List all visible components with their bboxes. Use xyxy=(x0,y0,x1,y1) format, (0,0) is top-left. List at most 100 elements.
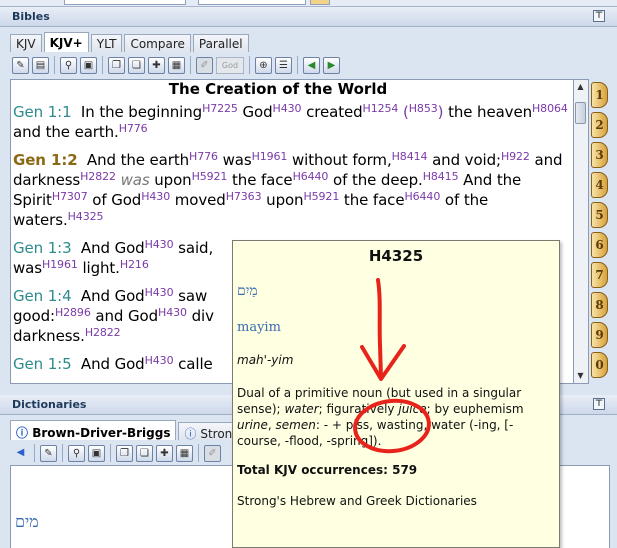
toolbar-field[interactable] xyxy=(198,0,306,5)
scroll-thumb[interactable] xyxy=(575,102,586,124)
tab-kjv-plus[interactable]: KJV+ xyxy=(43,32,89,52)
bible-toolbar: ✎ ▤ ⚲ ▣ ❐ ❏ ✚ ▦ ✐ God ⊕ ☰ ◀ ▶ xyxy=(10,53,340,77)
bookmark-2[interactable]: 2 xyxy=(591,112,608,138)
bookmark-5[interactable]: 5 xyxy=(591,202,608,228)
dictionary-hebrew-word: מים xyxy=(15,512,39,531)
pin-icon[interactable]: ⊤ xyxy=(593,398,605,410)
pin-icon[interactable]: ⊤ xyxy=(593,10,605,22)
verse-text: upon xyxy=(154,171,192,189)
verse-ref[interactable]: Gen 1:2 xyxy=(13,151,78,169)
strongs-link[interactable]: H776 xyxy=(119,122,148,135)
strongs-link[interactable]: H430 xyxy=(273,102,302,115)
strongs-link[interactable]: H8064 xyxy=(532,102,568,115)
verse-ref[interactable]: Gen 1:3 xyxy=(13,239,72,257)
print-icon[interactable]: ▤ xyxy=(32,56,49,74)
strongs-link[interactable]: H7307 xyxy=(52,190,88,203)
tab-parallel[interactable]: Parallel xyxy=(192,34,249,52)
scroll-down-icon[interactable]: ▼ xyxy=(574,369,587,383)
strongs-link[interactable]: H776 xyxy=(189,150,218,163)
verse-ref[interactable]: Gen 1:5 xyxy=(13,355,72,373)
strongs-link[interactable]: H1961 xyxy=(252,150,288,163)
paste-icon[interactable]: ✚ xyxy=(156,444,173,462)
bookmark-3[interactable]: 3 xyxy=(591,142,608,168)
def-text: , xyxy=(267,418,272,432)
copy-verse-icon[interactable]: ❏ xyxy=(136,444,153,462)
strongs-link[interactable]: H922 xyxy=(501,150,530,163)
verse-gen-1-1: Gen 1:1 In the beginningH7225 GodH430 cr… xyxy=(13,102,573,142)
strongs-link[interactable]: H430 xyxy=(158,306,187,319)
bookmark-8[interactable]: 8 xyxy=(591,292,608,318)
strongs-link[interactable]: H430 xyxy=(145,286,174,299)
copy-icon[interactable]: ❐ xyxy=(108,56,125,74)
bookmark-6[interactable]: 6 xyxy=(591,232,608,258)
strongs-link[interactable]: H2822 xyxy=(80,170,116,183)
strongs-link[interactable]: H1961 xyxy=(42,258,78,271)
verse-text: light. xyxy=(82,259,120,277)
strongs-link[interactable]: H216 xyxy=(120,258,149,271)
bookmark-7[interactable]: 7 xyxy=(591,262,608,288)
bookmark-4[interactable]: 4 xyxy=(591,172,608,198)
tab-strongs[interactable]: ⓘ Stron xyxy=(178,422,239,441)
verse-text: upon xyxy=(266,191,304,209)
bookmark-0[interactable]: 0 xyxy=(591,352,608,378)
strongs-link[interactable]: H4325 xyxy=(68,210,104,223)
popup-strongs-number: H4325 xyxy=(368,247,424,265)
verse-ref[interactable]: Gen 1:1 xyxy=(13,103,72,121)
book-icon[interactable]: ▣ xyxy=(80,56,97,74)
bookmark-1[interactable]: 1 xyxy=(591,82,608,108)
edit-icon[interactable]: ✎ xyxy=(40,444,57,462)
verse-text: and the earth. xyxy=(13,123,119,141)
tab-compare[interactable]: Compare xyxy=(124,34,191,52)
strongs-link[interactable]: H430 xyxy=(141,190,170,203)
strongs-link[interactable]: H5921 xyxy=(303,190,339,203)
back-arrow-icon[interactable]: ◀ xyxy=(303,56,320,74)
strongs-link[interactable]: H6440 xyxy=(404,190,440,203)
scroll-up-icon[interactable]: ▲ xyxy=(574,80,587,94)
edit-icon[interactable]: ✎ xyxy=(12,56,29,74)
tab-ylt[interactable]: YLT xyxy=(90,34,123,52)
copy-icon[interactable]: ❐ xyxy=(116,444,133,462)
back-arrow-icon[interactable]: ◀ xyxy=(12,445,29,462)
book-icon[interactable]: ▣ xyxy=(88,444,105,462)
popup-definition: Dual of a primitive noun (but used in a … xyxy=(237,385,557,449)
verse-ref[interactable]: Gen 1:4 xyxy=(13,287,72,305)
strongs-link[interactable]: H1254 xyxy=(363,102,399,115)
strongs-link[interactable]: H2896 xyxy=(55,306,91,319)
note-icon[interactable]: ▦ xyxy=(176,444,193,462)
verse-text: said, xyxy=(178,239,214,257)
font-dropdown[interactable]: God xyxy=(216,56,244,74)
strongs-link[interactable]: H6440 xyxy=(293,170,329,183)
search-icon[interactable]: ⚲ xyxy=(60,56,77,74)
verse-text: was xyxy=(13,259,42,277)
forward-arrow-icon[interactable]: ▶ xyxy=(323,56,340,74)
strongs-link[interactable]: H7363 xyxy=(226,190,262,203)
note-icon[interactable]: ▦ xyxy=(168,56,185,74)
strongs-link[interactable]: H430 xyxy=(145,354,174,367)
toolbar-button[interactable] xyxy=(310,0,330,5)
layout-icon[interactable]: ☰ xyxy=(275,56,292,74)
strongs-link[interactable]: H853 xyxy=(409,102,438,115)
highlight-icon[interactable]: ✐ xyxy=(196,56,213,74)
dictionary-tabs: ⓘ Brown-Driver-Briggs ⓘ Stron xyxy=(10,420,240,441)
highlight-icon[interactable]: ✐ xyxy=(204,444,221,462)
bibles-panel-header: Bibles ⊤ xyxy=(0,7,617,27)
toolbar-field[interactable] xyxy=(64,0,186,5)
passage-scrollbar[interactable]: ▲ ▼ xyxy=(574,79,589,384)
strongs-link[interactable]: H7225 xyxy=(202,102,238,115)
bookmark-9[interactable]: 9 xyxy=(591,322,608,348)
strongs-link[interactable]: H2822 xyxy=(85,326,121,339)
verse-text: was xyxy=(222,151,252,169)
popup-occurrences: Total KJV occurrences: 579 xyxy=(237,463,418,477)
copy-verse-icon[interactable]: ❏ xyxy=(128,56,145,74)
strongs-link[interactable]: H5921 xyxy=(192,170,228,183)
zoom-icon[interactable]: ⊕ xyxy=(255,56,272,74)
strongs-link[interactable]: H430 xyxy=(145,238,174,251)
tab-brown-driver-briggs[interactable]: ⓘ Brown-Driver-Briggs xyxy=(10,420,177,440)
paste-icon[interactable]: ✚ xyxy=(148,56,165,74)
info-icon: ⓘ xyxy=(184,427,197,441)
strongs-link[interactable]: H8414 xyxy=(392,150,428,163)
tab-kjv[interactable]: KJV xyxy=(10,34,42,52)
strongs-link[interactable]: H8415 xyxy=(423,170,459,183)
tab-label: Stron xyxy=(200,427,233,441)
search-icon[interactable]: ⚲ xyxy=(68,444,85,462)
